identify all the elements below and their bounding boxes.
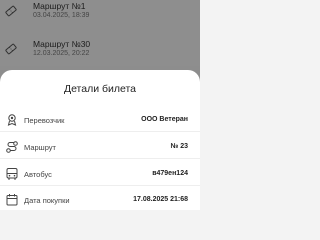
ticket-details-sheet: Детали билета Перевозчик ООО Ветеран Мар…: [0, 70, 200, 210]
bus-icon: [5, 167, 19, 181]
divider: [0, 131, 200, 132]
detail-label: Дата покупки: [24, 196, 70, 205]
detail-value: в479ен124: [152, 170, 188, 177]
detail-row-purchase-date: Дата покупки 17.08.2025 21:68: [0, 193, 200, 213]
detail-value: ООО Ветеран: [141, 116, 188, 123]
detail-row-bus: Автобус в479ен124: [0, 167, 200, 187]
divider: [0, 185, 200, 186]
divider: [0, 158, 200, 159]
sheet-title: Детали билета: [63, 83, 137, 95]
carrier-icon: [5, 113, 19, 127]
detail-row-route: Маршрут № 23: [0, 140, 200, 160]
calendar-icon: [5, 193, 19, 207]
detail-row-carrier: Перевозчик ООО Ветеран: [0, 113, 200, 133]
detail-label: Перевозчик: [24, 116, 65, 125]
route-icon: [5, 140, 19, 154]
detail-label: Маршрут: [24, 143, 56, 152]
detail-label: Автобус: [24, 170, 52, 179]
detail-value: № 23: [170, 143, 188, 150]
detail-value: 17.08.2025 21:68: [133, 196, 188, 203]
